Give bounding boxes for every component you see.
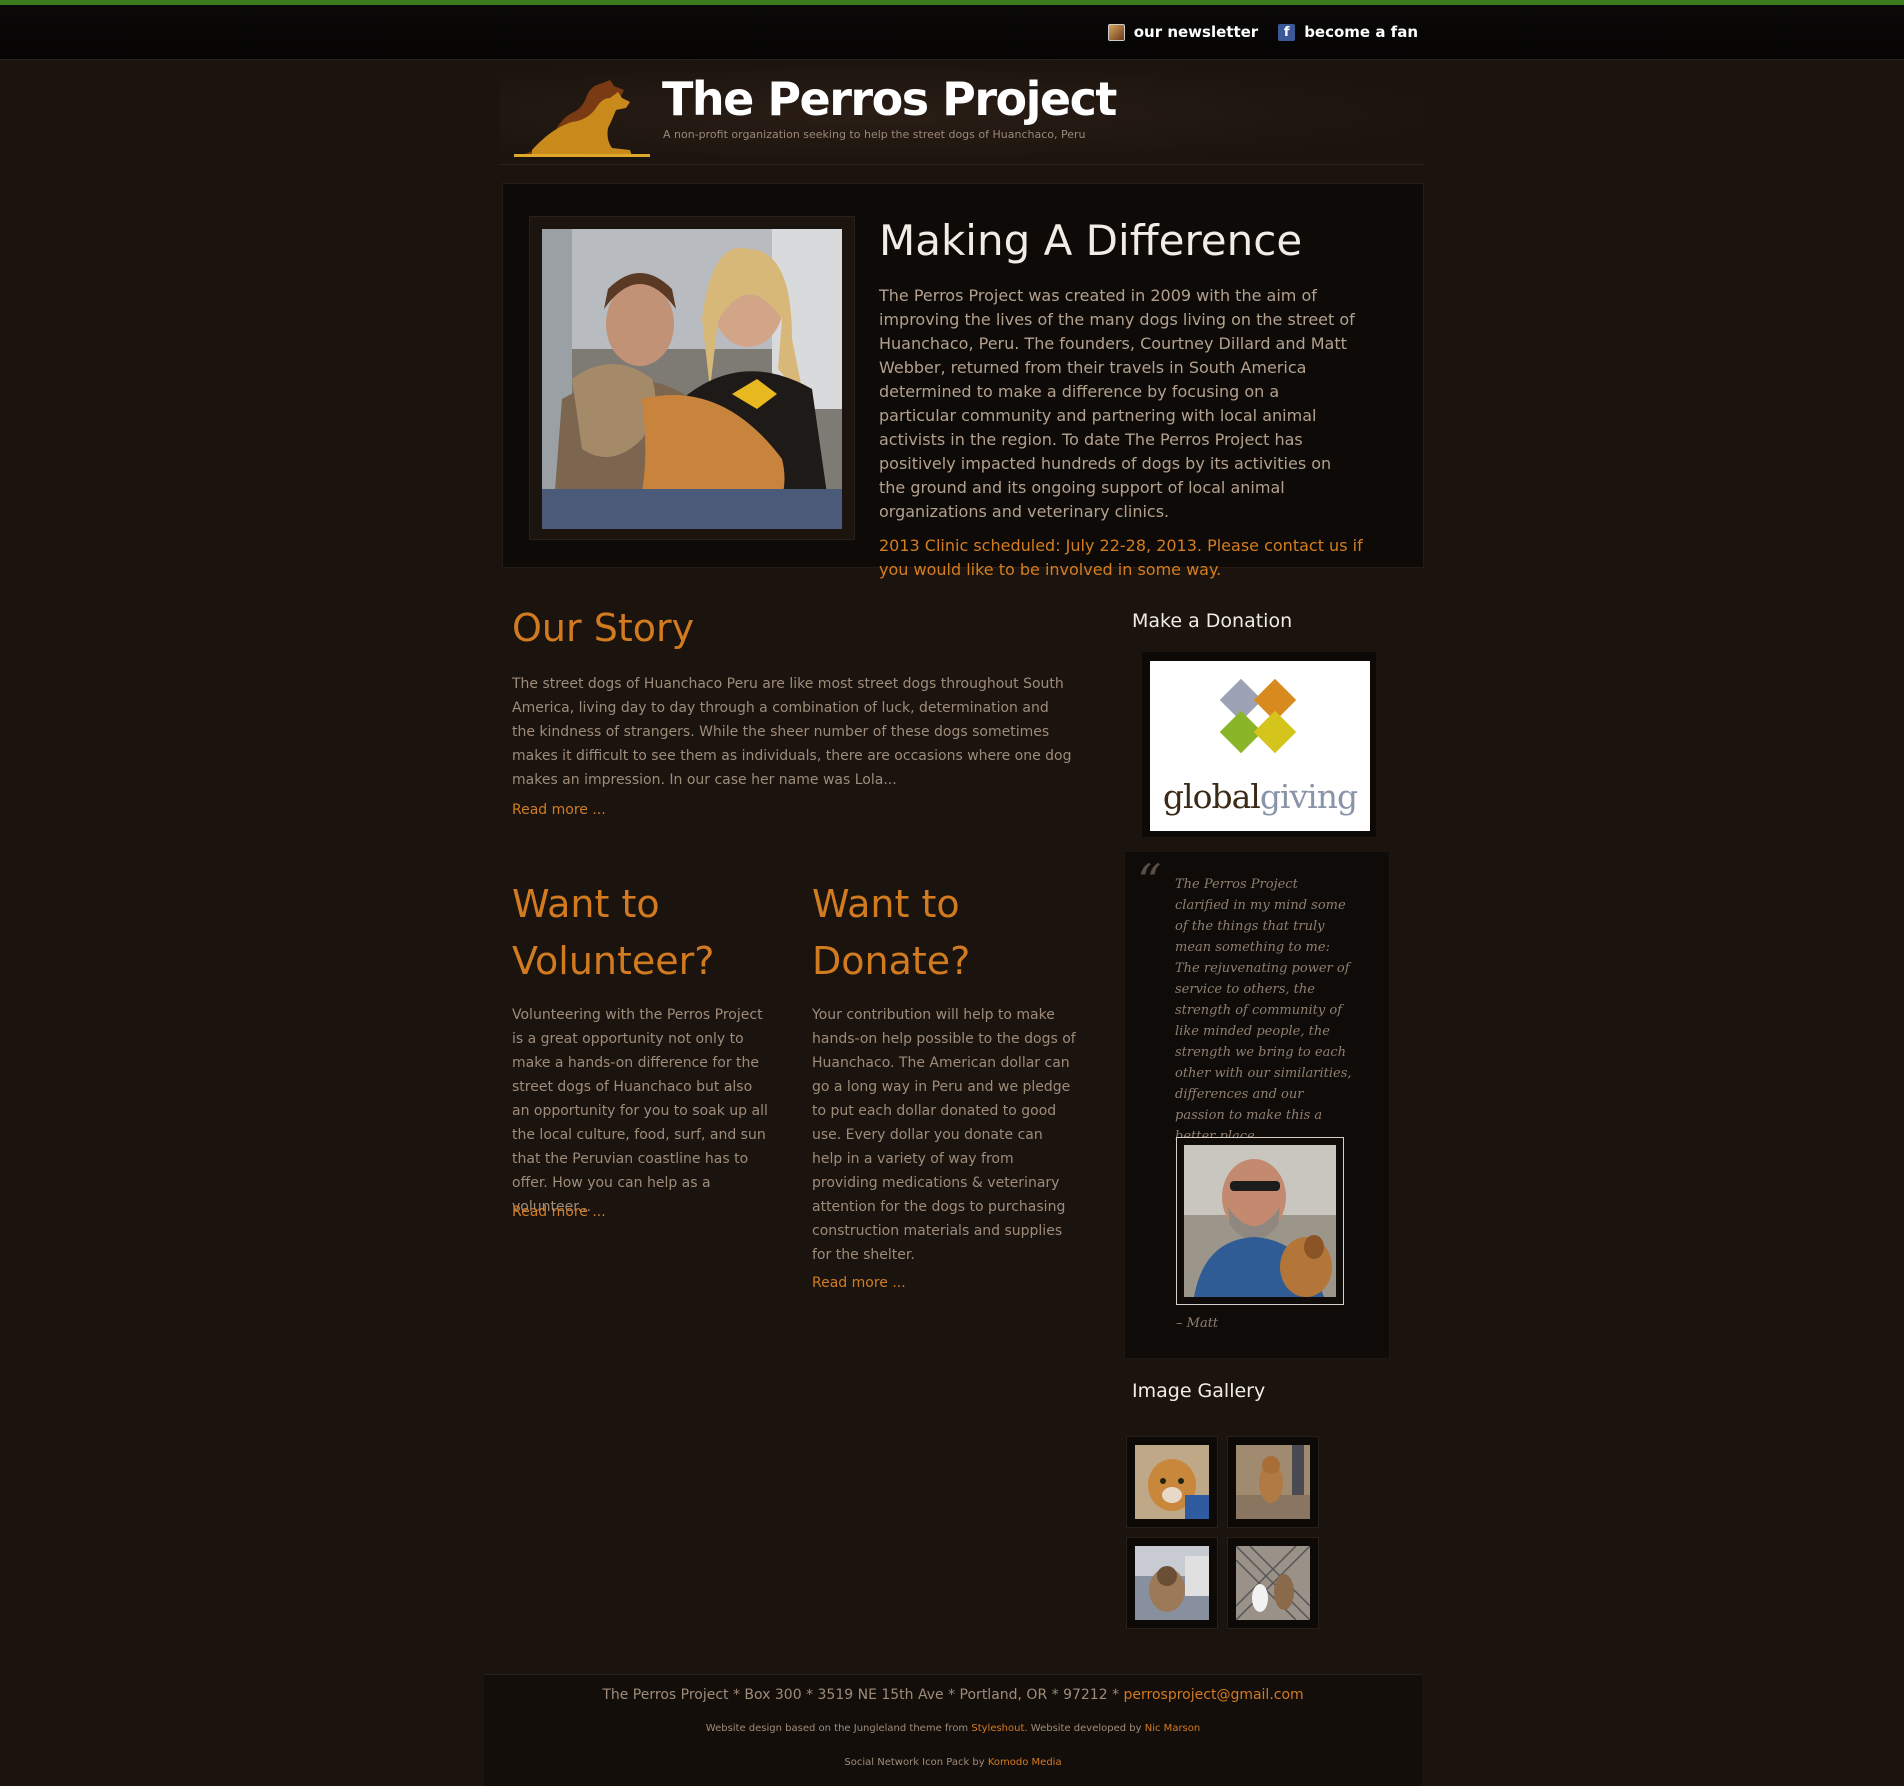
intro-photo-frame: [529, 216, 855, 540]
globalgiving-part2: giving: [1259, 777, 1358, 816]
globalgiving-wordmark: globalgiving: [1150, 777, 1370, 816]
gallery-thumb[interactable]: [1227, 1537, 1319, 1629]
volunteer-body: Volunteering with the Perros Project is …: [512, 1007, 768, 1215]
footer-icon-credits: Social Network Icon Pack by Komodo Media: [484, 1757, 1422, 1768]
top-links: our newsletter f become a fan: [1107, 23, 1418, 41]
globalgiving-part1: global: [1162, 777, 1261, 816]
volunteer-read-more-link[interactable]: Read more ...: [512, 1204, 606, 1220]
footer-address-line: The Perros Project * Box 300 * 3519 NE 1…: [484, 1687, 1422, 1703]
testimonial-attribution: – Matt: [1176, 1316, 1219, 1331]
site-footer: The Perros Project * Box 300 * 3519 NE 1…: [484, 1674, 1422, 1786]
globalgiving-mark-icon: [1220, 679, 1297, 754]
footer-credits: Website design based on the Jungleland t…: [484, 1723, 1422, 1734]
footer-email-link[interactable]: perrosproject@gmail.com: [1124, 1687, 1304, 1703]
gallery-image: [1135, 1546, 1209, 1620]
make-donation-heading: Make a Donation: [1132, 610, 1293, 632]
intro-panel: Making A Difference The Perros Project w…: [502, 183, 1424, 579]
donate-read-more-link[interactable]: Read more ...: [812, 1275, 906, 1291]
image-gallery-heading: Image Gallery: [1132, 1380, 1266, 1402]
gallery-thumb[interactable]: [1126, 1436, 1218, 1528]
styleshout-link[interactable]: Styleshout: [971, 1723, 1024, 1734]
credit-mid: . Website developed by: [1024, 1723, 1145, 1734]
gallery-image: [1236, 1445, 1310, 1519]
gallery-thumb[interactable]: [1126, 1537, 1218, 1629]
site-tagline: A non-profit organization seeking to hel…: [663, 128, 1086, 141]
donate-body: Your contribution will help to make hand…: [812, 1007, 1076, 1263]
our-story-heading: Our Story: [512, 606, 695, 650]
donate-heading: Want to Donate?: [812, 882, 971, 983]
volunteer-heading: Want to Volunteer?: [512, 882, 715, 983]
footer-address: The Perros Project * Box 300 * 3519 NE 1…: [602, 1687, 1124, 1703]
komodo-media-link[interactable]: Komodo Media: [988, 1757, 1062, 1768]
intro-heading: Making A Difference: [879, 216, 1303, 265]
globalgiving-logo-button[interactable]: globalgiving: [1150, 661, 1370, 831]
site-header: The Perros Project A non-profit organiza…: [500, 62, 1424, 165]
our-story-body: The street dogs of Huanchaco Peru are li…: [512, 676, 1072, 788]
become-a-fan-link[interactable]: f become a fan: [1278, 23, 1418, 41]
gallery-image: [1135, 1445, 1209, 1519]
credit-prefix: Website design based on the Jungleland t…: [705, 1723, 972, 1734]
fan-label: become a fan: [1304, 23, 1418, 41]
intro-body: The Perros Project was created in 2009 w…: [879, 286, 1355, 521]
globalgiving-frame: globalgiving: [1142, 652, 1376, 837]
testimonial-box: “ The Perros Project clarified in my min…: [1124, 851, 1390, 1359]
icons-prefix: Social Network Icon Pack by: [844, 1757, 988, 1768]
testimonial-photo-frame: [1176, 1137, 1344, 1305]
gallery-image: [1236, 1546, 1310, 1620]
our-story-read-more-link[interactable]: Read more ...: [512, 802, 606, 818]
newsletter-label: our newsletter: [1133, 23, 1259, 41]
clinic-notice: 2013 Clinic scheduled: July 22-28, 2013.…: [879, 536, 1363, 579]
site-title[interactable]: The Perros Project: [662, 72, 1117, 126]
testimonial-text: The Perros Project clarified in my mind …: [1175, 877, 1352, 1144]
dogs-logo-icon[interactable]: [512, 68, 652, 158]
founders-photo: [542, 229, 842, 529]
top-bar: our newsletter f become a fan: [0, 0, 1904, 60]
newsletter-link[interactable]: our newsletter: [1107, 23, 1259, 41]
developer-link[interactable]: Nic Marson: [1145, 1723, 1200, 1734]
newsletter-icon: [1107, 23, 1125, 41]
quote-mark-icon: “: [1137, 854, 1162, 910]
facebook-icon: f: [1278, 23, 1296, 41]
gallery-thumb[interactable]: [1227, 1436, 1319, 1528]
matt-photo: [1184, 1145, 1336, 1297]
